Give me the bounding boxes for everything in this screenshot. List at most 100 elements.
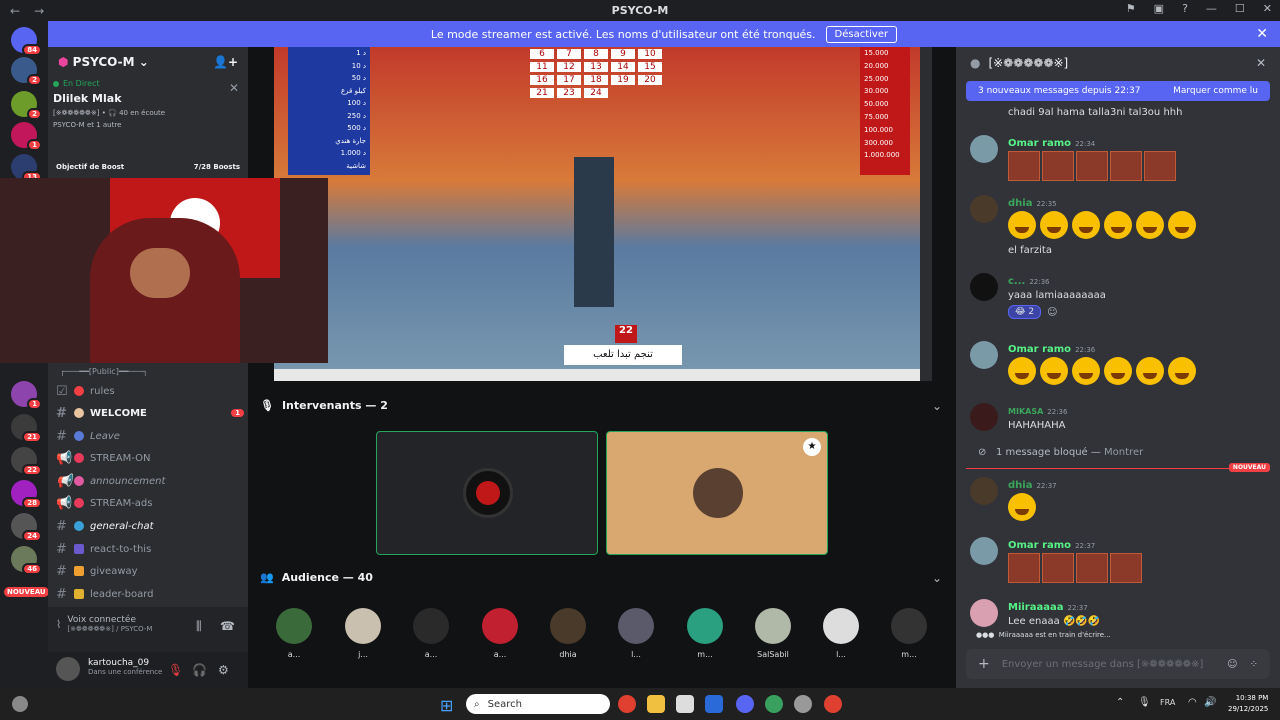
add-attachment-icon[interactable]: + [978,656,990,672]
chrome-icon[interactable] [618,695,636,713]
show-blocked-link[interactable]: Montrer [1104,447,1143,458]
channel-stream-ads[interactable]: 📢 STREAM-ads [56,493,244,513]
emoji-icon[interactable]: ☺ [1227,659,1237,670]
chrome-icon[interactable] [824,695,842,713]
channel-welcome[interactable]: # WELCOME 1 [56,403,244,423]
forward-arrow-icon[interactable]: → [34,4,44,18]
chat-message[interactable]: Omar ramo 22:34 [970,135,1270,184]
channel-leader-board[interactable]: # leader-board [56,584,244,604]
new-messages-bar[interactable]: 3 nouveaux messages depuis 22:37 Marquer… [966,81,1270,101]
file-explorer-icon[interactable] [647,695,665,713]
avatar[interactable] [970,135,998,163]
weather-icon[interactable] [12,696,28,712]
server-icon[interactable]: 2 [11,57,42,86]
settings-gear-icon[interactable]: ⚙ [218,663,229,677]
server-icon[interactable]: 1 [11,122,42,151]
channel-stream-on[interactable]: 📢 STREAM-ON [56,448,244,468]
server-icon[interactable]: 1 [11,381,42,410]
author-name[interactable]: Omar ramo [1008,540,1071,551]
invite-icon[interactable]: 👤+ [213,55,238,69]
chat-message[interactable]: c... 22:36 yaaa lamiaaaaaaaa 😂 2 ☺ [970,273,1270,319]
author-name[interactable]: c... [1008,276,1025,287]
screen-icon[interactable]: ▣ [1154,2,1164,15]
server-icon[interactable]: 2 [11,91,42,120]
channel-react-to-this[interactable]: # react-to-this [56,539,244,559]
chat-message[interactable]: Miiraaaaa 22:37 Lee enaaa 🤣🤣🤣 [970,599,1270,627]
server-icon[interactable]: 46 [11,546,42,575]
chat-message[interactable]: dhia 22:37 [970,477,1270,524]
chrome-icon[interactable] [765,695,783,713]
maximize-icon[interactable]: ☐ [1235,2,1245,15]
reaction-chip[interactable]: 😂 2 [1008,305,1042,319]
author-name[interactable]: Omar ramo [1008,344,1071,355]
app-icon[interactable] [794,695,812,713]
message-input[interactable]: + Envoyer un message dans [※❁❁❁❁❁※] ☺ ⁘ [966,649,1270,679]
channel-general-chat[interactable]: # general-chat [56,516,244,536]
taskbar-search[interactable]: ⌕ Search [466,694,610,714]
audience-member[interactable]: l... [821,608,861,659]
avatar[interactable] [970,537,998,565]
chevron-down-icon[interactable]: ⌄ [932,571,942,585]
language-indicator[interactable]: FRA [1160,698,1175,707]
author-name[interactable]: dhia [1008,198,1032,209]
avatar[interactable] [970,477,998,505]
soundboard-icon[interactable]: ⫼ [196,619,202,634]
author-name[interactable]: MIKASA [1008,407,1043,416]
inbox-icon[interactable]: ⚑ [1126,2,1136,15]
server-icon[interactable]: 22 [11,447,42,476]
channel-announcement[interactable]: 📢 announcement [56,471,244,491]
help-icon[interactable]: ? [1182,2,1188,15]
author-name[interactable]: Miiraaaaa [1008,602,1063,613]
audience-member[interactable]: a... [480,608,520,659]
server-header[interactable]: ⬢ PSYCO-M ⌄ 👤+ [48,47,248,77]
apps-icon[interactable]: ⁘ [1250,659,1258,670]
audience-member[interactable]: l... [616,608,656,659]
chat-message[interactable]: MIKASA 22:36 HAHAHAHA [970,403,1270,431]
live-event-card[interactable]: En Direct Dlilek Mlak [※❁❁❁❁❁※] • 🎧 40 e… [53,79,243,147]
chat-message[interactable]: Omar ramo 22:37 [970,537,1270,586]
close-icon[interactable]: ✕ [1256,26,1268,42]
channel-leave[interactable]: # Leave [56,426,244,446]
server-icon[interactable]: 28 [11,480,42,509]
audience-member[interactable]: j... [343,608,383,659]
server-icon[interactable]: 24 [11,513,42,542]
close-icon[interactable]: ✕ [1256,56,1266,70]
avatar[interactable] [56,657,80,681]
server-icon[interactable]: 13 [11,154,42,183]
server-icon[interactable]: 21 [11,414,42,443]
audience-header[interactable]: 👥 Audience — 40 [260,571,373,584]
disable-button[interactable]: Désactiver [825,25,898,43]
headphones-icon[interactable]: 🎧 [192,663,207,677]
windows-start-icon[interactable]: ⊞ [440,696,453,715]
screen-share-video[interactable]: 1 د 10 د 50 د كيلو قرع 100 د 250 د 500 د… [274,47,932,381]
video-scrollbar[interactable] [920,47,932,381]
mark-read-button[interactable]: Marquer comme lu [1173,86,1258,96]
avatar[interactable] [970,599,998,627]
mute-icon[interactable]: 🎙 [168,663,183,677]
volume-icon[interactable]: 🔊 [1204,697,1216,708]
chat-message[interactable]: Omar ramo 22:36 [970,341,1270,388]
add-reaction-icon[interactable]: ☺ [1047,307,1057,318]
channel-rules[interactable]: ☑ rules [56,381,244,401]
voice-status[interactable]: ⌇ Voix connectée [※❁❁❁❁❁※] / PSYCO-M [56,615,152,633]
chevron-down-icon[interactable]: ⌄ [932,399,942,413]
channel-category[interactable]: ┌───━━[Public]━━───┐ [60,367,148,376]
author-name[interactable]: Omar ramo [1008,138,1071,149]
audience-member[interactable]: m... [685,608,725,659]
direct-messages-icon[interactable]: 84 [11,27,42,56]
speakers-header[interactable]: 🎙 Intervenants — 2 [260,399,388,412]
chevron-up-icon[interactable]: ⌃ [1116,697,1124,708]
back-arrow-icon[interactable]: ← [10,4,20,18]
audience-member[interactable]: a... [274,608,314,659]
discord-icon[interactable] [736,695,754,713]
avatar[interactable] [970,403,998,431]
chat-message[interactable]: dhia 22:35 el farzita [970,195,1270,256]
audience-member[interactable]: dhia [548,608,588,659]
minimize-icon[interactable]: — [1206,2,1217,15]
clock[interactable]: 10:38 PM 29/12/2025 [1228,693,1268,715]
store-icon[interactable] [676,695,694,713]
author-name[interactable]: dhia [1008,480,1032,491]
mic-icon[interactable]: 🎙 [1138,697,1151,708]
close-window-icon[interactable]: ✕ [1263,2,1272,15]
close-icon[interactable]: ✕ [229,81,239,95]
